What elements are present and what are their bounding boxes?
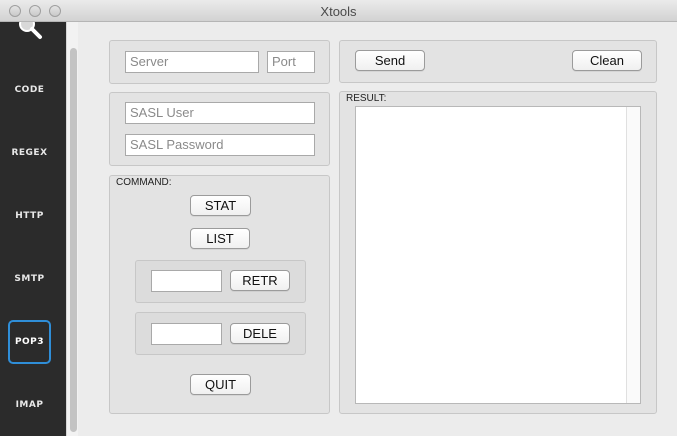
sidebar-item-imap[interactable]: IMAP (8, 383, 51, 427)
quit-button[interactable]: QUIT (190, 374, 251, 395)
retr-group: RETR (135, 260, 306, 303)
list-button[interactable]: LIST (190, 228, 250, 249)
command-panel: COMMAND: STAT LIST RETR DELE QUIT (109, 175, 330, 414)
sidebar-item-code[interactable]: CODE (8, 68, 51, 112)
server-placeholder: Server (130, 54, 169, 69)
sidebar-item-label: IMAP (15, 400, 44, 410)
clean-button[interactable]: Clean (572, 50, 642, 71)
retr-message-input[interactable] (151, 270, 222, 292)
sidebar-item-label: CODE (14, 85, 45, 95)
dele-message-input[interactable] (151, 323, 222, 345)
send-button[interactable]: Send (355, 50, 425, 71)
sidebar-item-smtp[interactable]: SMTP (8, 257, 51, 301)
sidebar-item-http[interactable]: HTTP (8, 194, 51, 238)
result-text (356, 107, 640, 113)
command-label: COMMAND: (116, 177, 172, 188)
sasl-user-placeholder: SASL User (130, 105, 194, 120)
dele-button[interactable]: DELE (230, 323, 290, 344)
sidebar-item-regex[interactable]: REGEX (8, 131, 51, 175)
sidebar-item-label: POP3 (14, 337, 45, 347)
sidebar: CODE REGEX HTTP SMTP POP3 IMAP (0, 22, 66, 436)
retr-button[interactable]: RETR (230, 270, 290, 291)
sidebar-item-pop3[interactable]: POP3 (8, 320, 51, 364)
port-placeholder: Port (272, 54, 296, 69)
sasl-panel: SASL User SASL Password (109, 92, 330, 166)
server-panel: Server Port (109, 40, 330, 84)
window-title: Xtools (320, 4, 357, 19)
result-label: RESULT: (346, 93, 387, 104)
result-textarea[interactable] (355, 106, 641, 404)
sasl-user-input[interactable]: SASL User (125, 102, 315, 124)
server-input[interactable]: Server (125, 51, 259, 73)
sidebar-scrollbar[interactable] (66, 22, 78, 436)
sasl-password-input[interactable]: SASL Password (125, 134, 315, 156)
actions-panel: Send Clean (339, 40, 657, 83)
result-scrollbar[interactable] (626, 107, 640, 403)
stat-button[interactable]: STAT (190, 195, 251, 216)
port-input[interactable]: Port (267, 51, 315, 73)
sidebar-scroll-thumb[interactable] (70, 48, 77, 432)
search-icon[interactable] (17, 22, 43, 42)
sidebar-item-label: REGEX (11, 148, 48, 158)
sidebar-item-label: SMTP (14, 274, 45, 284)
title-bar: Xtools (0, 0, 677, 22)
dele-group: DELE (135, 312, 306, 355)
sasl-password-placeholder: SASL Password (130, 137, 224, 152)
sidebar-item-label: HTTP (15, 211, 44, 221)
